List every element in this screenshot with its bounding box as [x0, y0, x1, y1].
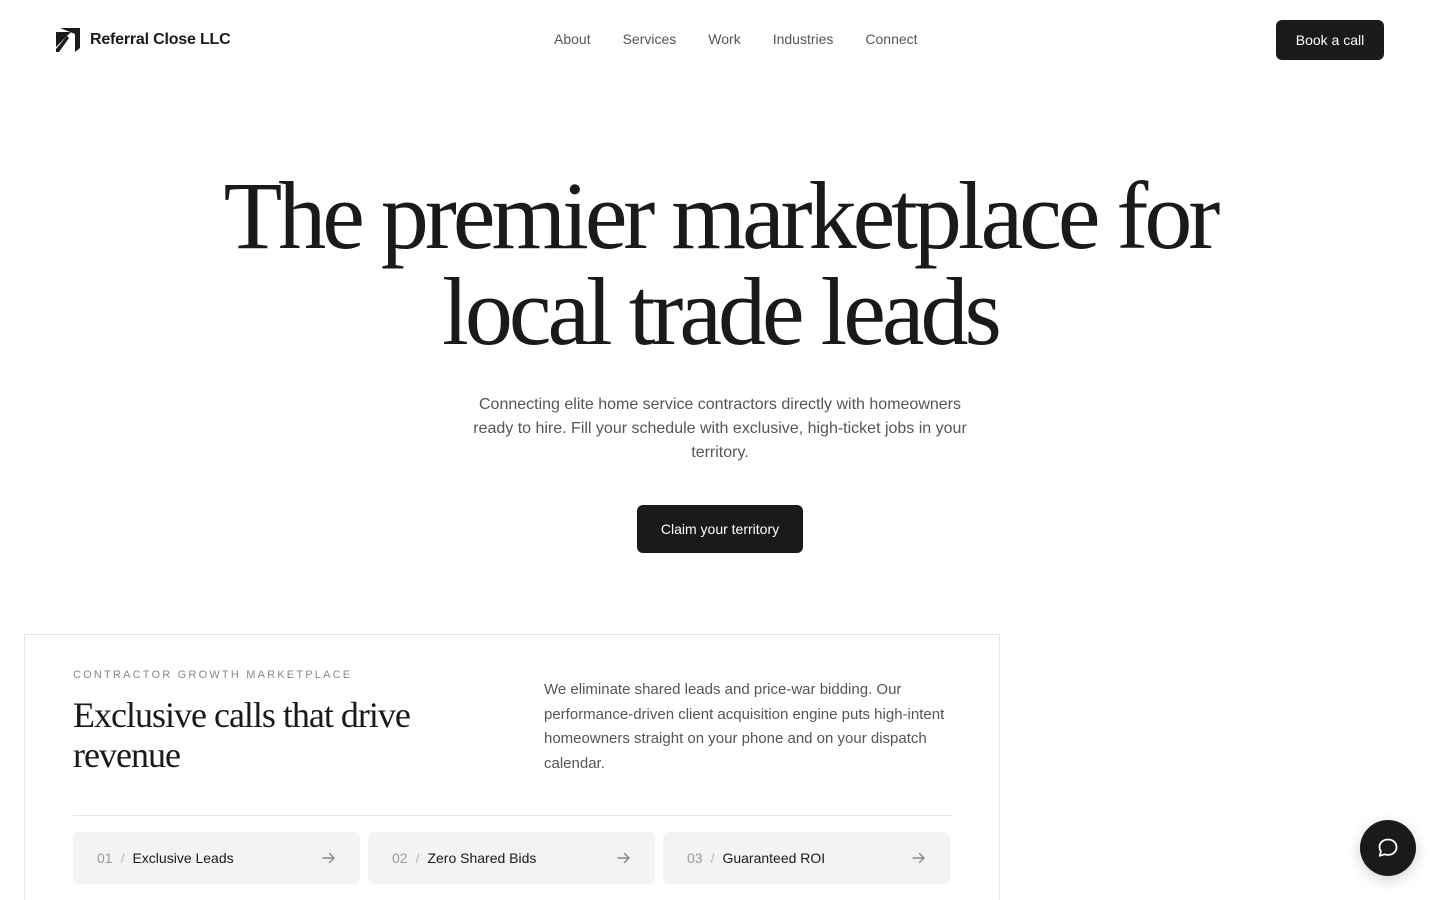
nav-link-connect[interactable]: Connect — [865, 31, 917, 47]
main-nav: About Services Work Industries Connect — [554, 31, 918, 47]
hero-title-line-2: local trade leads — [442, 258, 1002, 365]
feature-number: 03 — [687, 850, 703, 866]
chat-bubble-icon — [1378, 838, 1398, 857]
brand[interactable]: Referral Close LLC — [56, 28, 231, 52]
hero-title-line-1: The premier marketplace for — [223, 162, 1221, 269]
chat-button[interactable] — [1360, 820, 1416, 876]
card-description: We eliminate shared leads and price-war … — [544, 681, 945, 772]
feature-label: Zero Shared Bids — [427, 850, 537, 866]
card-divider — [73, 815, 952, 816]
feature-separator: / — [120, 850, 125, 866]
arrow-right-icon — [617, 852, 630, 864]
site-header: Referral Close LLC About Services Work I… — [0, 0, 1440, 80]
arrow-right-icon — [912, 852, 925, 864]
feature-item-zero-shared-bids[interactable]: 02 / Zero Shared Bids — [368, 832, 655, 884]
arrow-right-icon — [322, 852, 335, 864]
feature-number: 02 — [392, 850, 408, 866]
feature-list: 01 / Exclusive Leads 02 / Zero Shared Bi… — [73, 832, 950, 884]
feature-separator: / — [415, 850, 420, 866]
feature-separator: / — [710, 850, 715, 866]
hero-subtitle: Connecting elite home service contractor… — [473, 396, 967, 461]
nav-link-about[interactable]: About — [554, 31, 591, 47]
nav-link-services[interactable]: Services — [623, 31, 677, 47]
card-title: Exclusive calls that drive revenue — [73, 695, 411, 775]
nav-link-work[interactable]: Work — [708, 31, 740, 47]
nav-link-industries[interactable]: Industries — [773, 31, 834, 47]
feature-label: Guaranteed ROI — [722, 850, 826, 866]
brand-name: Referral Close LLC — [90, 31, 231, 48]
hero-title: The premier marketplace for local trade … — [0, 168, 1440, 360]
book-call-button[interactable]: Book a call — [1276, 20, 1384, 60]
feature-label: Exclusive Leads — [132, 850, 234, 866]
feature-item-guaranteed-roi[interactable]: 03 / Guaranteed ROI — [663, 832, 950, 884]
card-eyebrow: CONTRACTOR GROWTH MARKETPLACE — [73, 669, 353, 681]
feature-item-exclusive-leads[interactable]: 01 / Exclusive Leads — [73, 832, 360, 884]
feature-number: 01 — [97, 850, 113, 866]
claim-territory-button[interactable]: Claim your territory — [637, 505, 803, 553]
growth-card: CONTRACTOR GROWTH MARKETPLACE Exclusive … — [24, 634, 1000, 900]
diagonal-arrow-logo-icon — [56, 28, 80, 52]
